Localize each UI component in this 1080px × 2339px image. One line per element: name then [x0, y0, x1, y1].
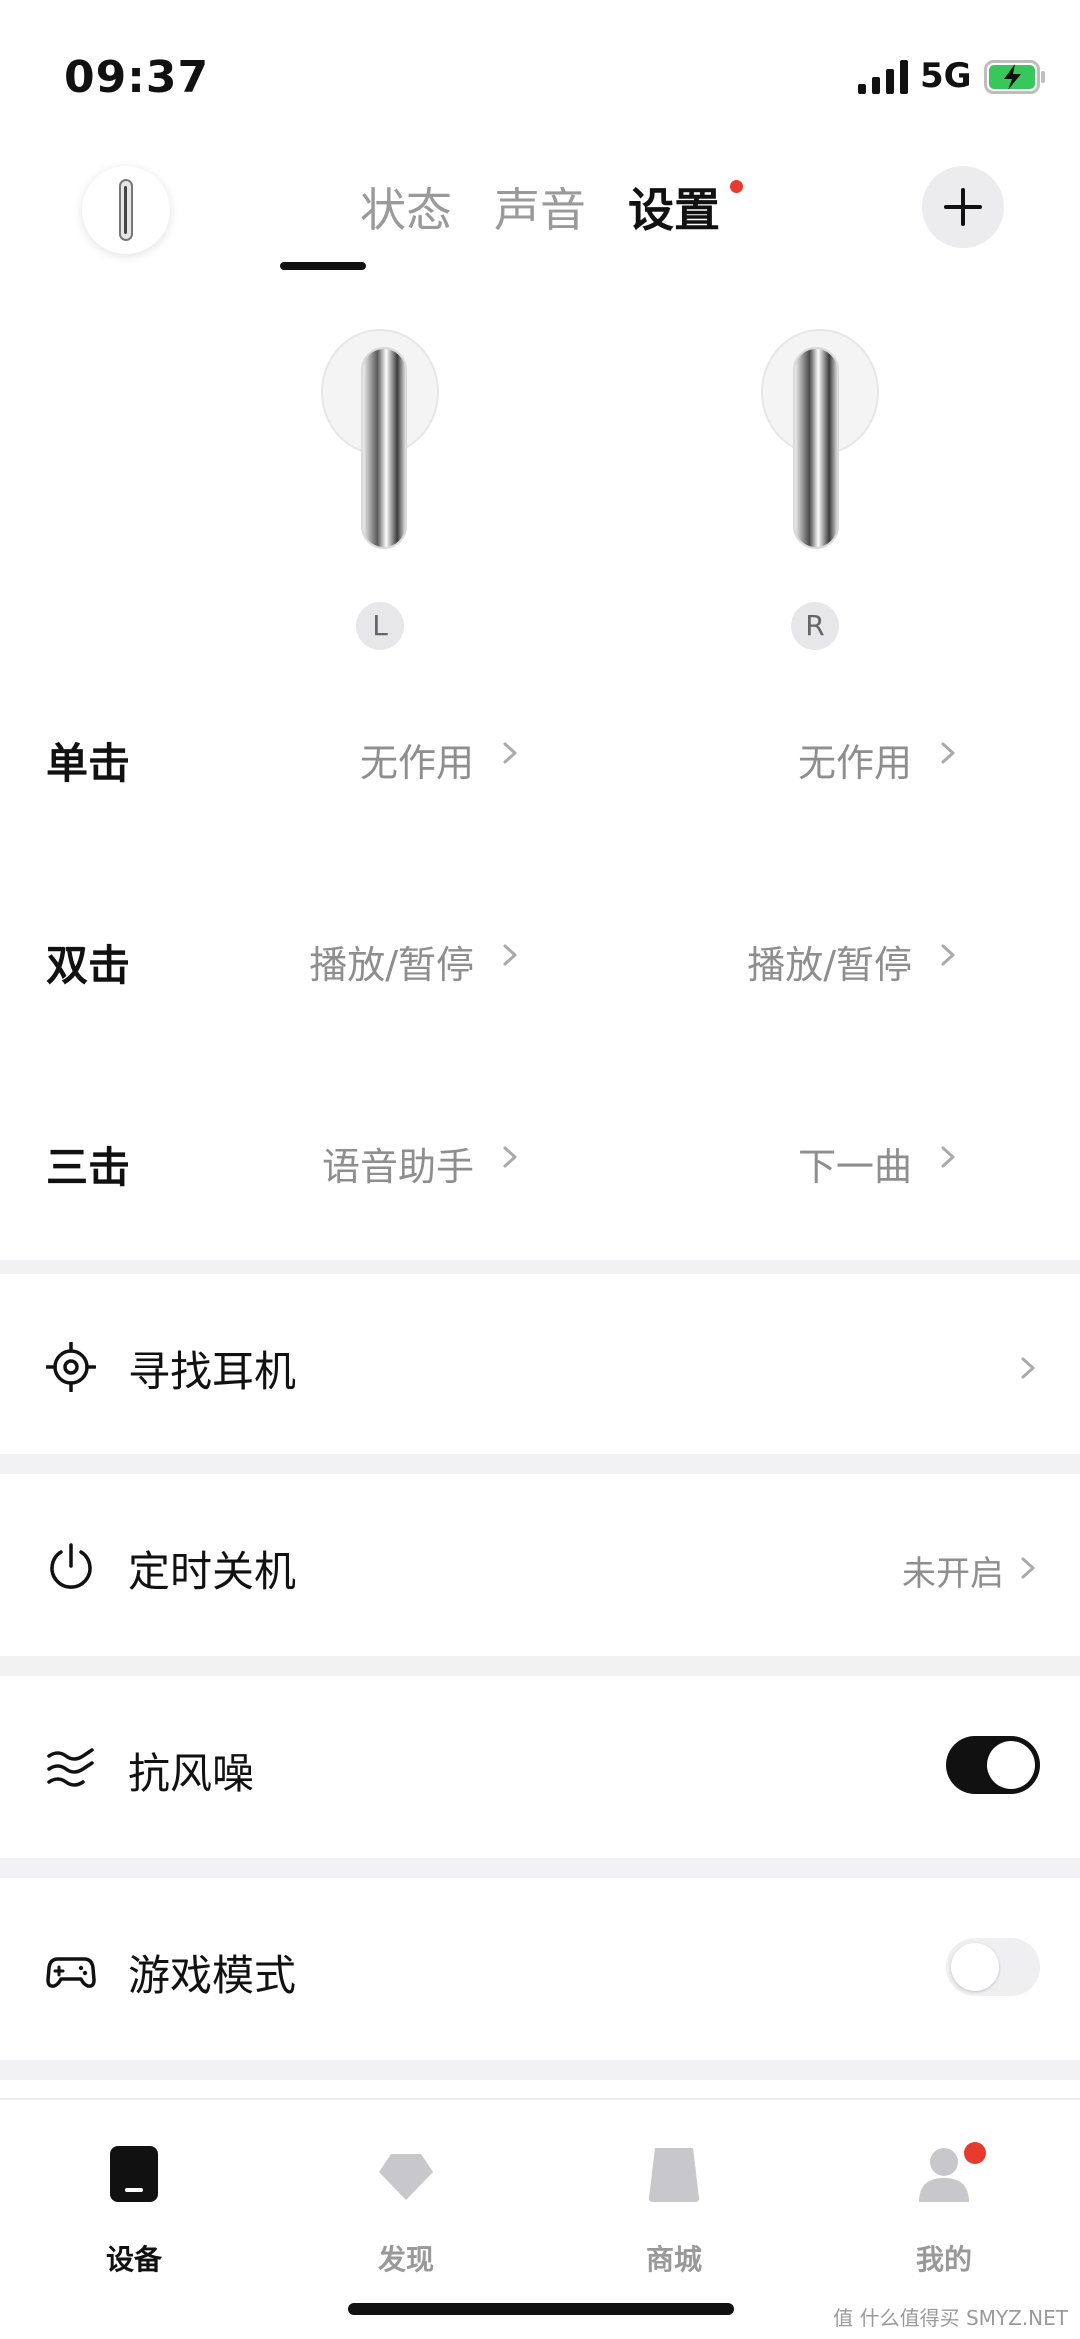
tab-sound[interactable]: 声音	[494, 174, 628, 254]
earbuds-illustration: L R	[0, 320, 1080, 660]
wind-noise-toggle[interactable]	[946, 1736, 1040, 1794]
active-tab-indicator	[280, 262, 366, 270]
chevron-right-icon	[503, 742, 517, 764]
section-divider	[0, 1656, 1080, 1676]
wind-icon	[47, 1748, 94, 1787]
header: 状态 声音 设置	[0, 160, 1080, 280]
cellular-signal-icon	[858, 60, 908, 94]
wind-noise-row: 抗风噪	[0, 1676, 1080, 1856]
status-bar: 09:37 5G	[0, 0, 1080, 150]
right-gesture-value: 无作用	[797, 741, 912, 785]
battery-charging-icon	[984, 60, 1045, 94]
plus-icon	[944, 188, 982, 226]
game-mode-label: 游戏模式	[128, 1951, 297, 2000]
auto-off-row[interactable]: 定时关机 未开启	[0, 1474, 1080, 1654]
nav-item-profile[interactable]: 我的	[854, 2120, 1034, 2276]
auto-off-label: 定时关机	[128, 1547, 297, 1596]
toggle-knob	[951, 1943, 999, 1991]
right-earbud-image	[761, 329, 879, 549]
section-divider	[0, 2060, 1080, 2080]
wind-noise-label: 抗风噪	[128, 1749, 255, 1798]
earbud-thumbnail-icon	[119, 179, 133, 241]
tab-notification-dot	[730, 180, 743, 193]
left-gesture-value: 播放/暂停	[309, 943, 474, 987]
diamond-icon	[379, 2154, 433, 2200]
gesture-label: 单击	[46, 739, 131, 788]
section-divider	[0, 1858, 1080, 1878]
profile-notification-dot	[964, 2142, 986, 2164]
top-tabs: 状态 声音 设置	[360, 174, 762, 254]
gesture-row-double-tap: 双击 播放/暂停 播放/暂停	[0, 898, 1080, 1018]
right-earbud-badge: R	[791, 602, 839, 650]
power-icon	[50, 1543, 92, 1589]
shopping-bag-icon	[649, 2148, 699, 2202]
section-divider	[0, 1260, 1080, 1274]
chevron-right-icon	[941, 1146, 955, 1168]
home-indicator[interactable]	[348, 2303, 734, 2315]
game-mode-row: 游戏模式	[0, 1878, 1080, 2058]
left-earbud-badge: L	[356, 602, 404, 650]
nav-item-store[interactable]: 商城	[584, 2120, 764, 2276]
chevron-right-icon	[1021, 1357, 1035, 1379]
device-icon	[110, 2146, 158, 2202]
left-gesture-value: 语音助手	[321, 1145, 474, 1189]
nav-label: 商城	[645, 2243, 702, 2276]
add-device-button[interactable]	[922, 166, 1004, 248]
status-time: 09:37	[64, 52, 210, 103]
device-thumbnail[interactable]	[82, 166, 170, 254]
chevron-right-icon	[941, 944, 955, 966]
user-icon	[919, 2148, 969, 2202]
tab-status[interactable]: 状态	[360, 174, 494, 254]
watermark: 值 什么值得买 SMYZ.NET	[833, 2306, 1068, 2330]
nav-label: 发现	[377, 2243, 434, 2276]
right-gesture-value: 播放/暂停	[747, 943, 912, 987]
chevron-right-icon	[941, 742, 955, 764]
gesture-label: 三击	[46, 1143, 131, 1192]
nav-label: 设备	[105, 2243, 162, 2276]
nav-item-discover[interactable]: 发现	[316, 2120, 496, 2276]
chevron-right-icon	[1021, 1557, 1035, 1579]
gesture-row-single-tap: 单击 无作用 无作用	[0, 696, 1080, 816]
right-gesture-value: 下一曲	[797, 1145, 912, 1189]
find-earbuds-row[interactable]: 寻找耳机	[0, 1274, 1080, 1454]
left-earbud-image	[321, 329, 439, 549]
auto-off-value: 未开启	[902, 1554, 1004, 1594]
network-type: 5G	[920, 56, 972, 96]
chevron-right-icon	[503, 944, 517, 966]
left-gesture-value: 无作用	[359, 741, 474, 785]
chevron-right-icon	[503, 1146, 517, 1168]
gamepad-icon	[46, 1957, 96, 1988]
gesture-label: 双击	[46, 941, 131, 990]
toggle-knob	[987, 1741, 1035, 1789]
nav-label: 我的	[915, 2243, 972, 2276]
section-divider	[0, 1454, 1080, 1474]
find-earbuds-label: 寻找耳机	[128, 1347, 297, 1396]
locate-target-icon	[46, 1342, 96, 1392]
game-mode-toggle[interactable]	[946, 1938, 1040, 1996]
gesture-row-triple-tap: 三击 语音助手 下一曲	[0, 1100, 1080, 1220]
nav-item-devices[interactable]: 设备	[44, 2120, 224, 2276]
